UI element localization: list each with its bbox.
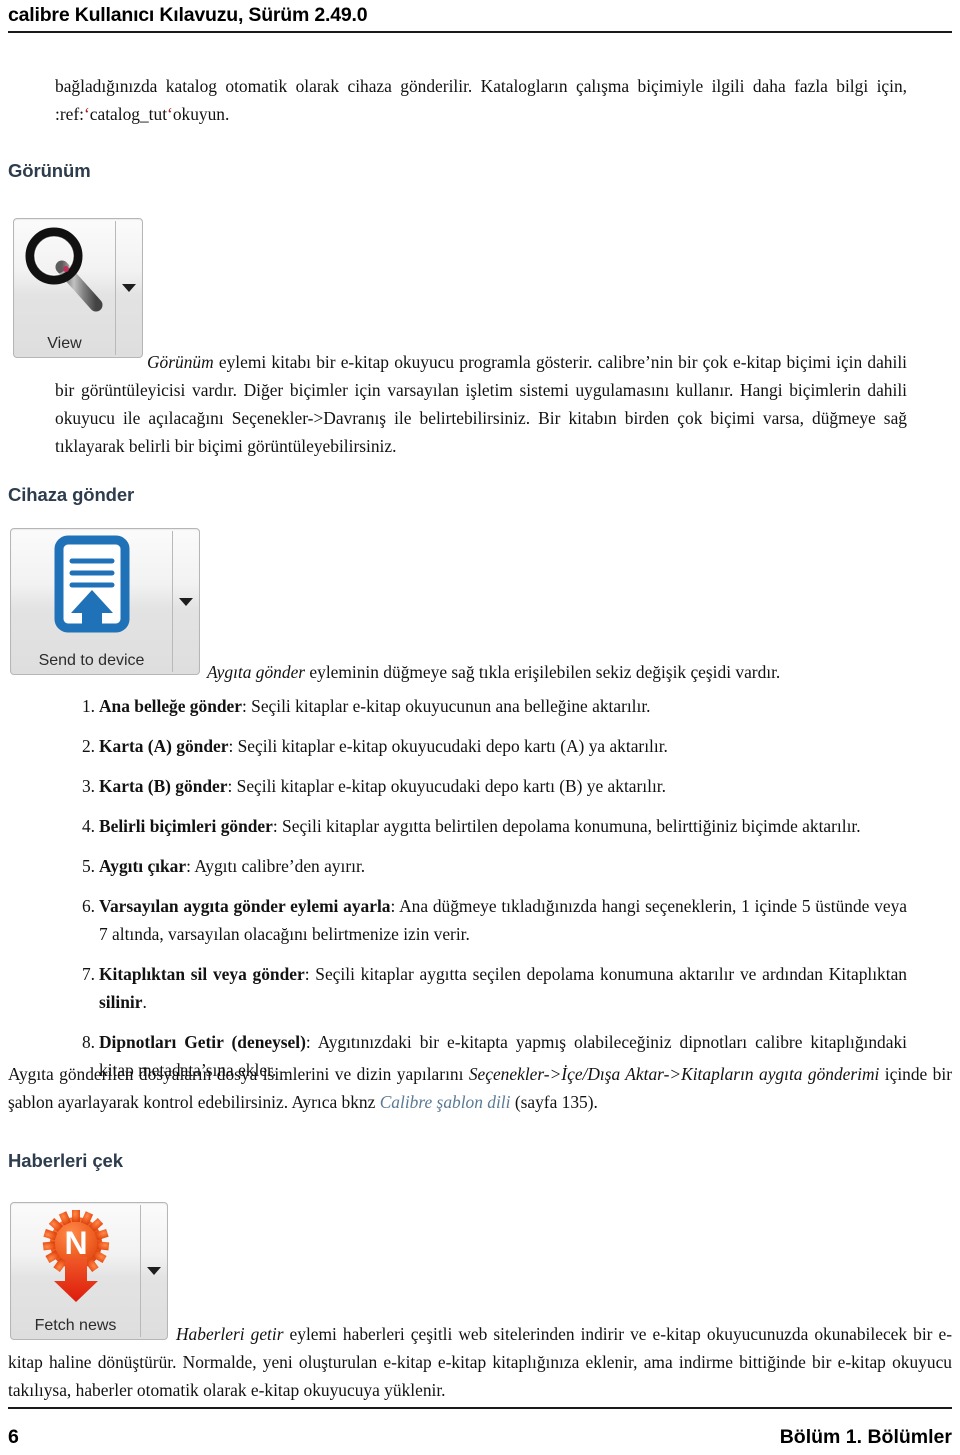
view-toolbar-button[interactable]: View: [13, 218, 143, 358]
template-paragraph: Aygıta gönderilen dosyaların dosya isiml…: [8, 1060, 952, 1116]
list-item: Karta (A) gönder: Seçili kitaplar e-kita…: [55, 732, 907, 760]
chevron-down-icon: [179, 597, 193, 606]
chevron-down-icon: [122, 284, 136, 292]
list-item: Varsayılan aygıta gönder eylemi ayarla: …: [55, 892, 907, 948]
send-to-device-button-main[interactable]: Send to device: [11, 529, 172, 674]
list-item: Ana belleğe gönder: Seçili kitaplar e-ki…: [55, 692, 907, 720]
cihaza-gonder-paragraph: Aygıta gönder eyleminin düğmeye sağ tıkl…: [207, 658, 907, 686]
fetch-news-dropdown-arrow[interactable]: [141, 1203, 167, 1339]
list-item-desc: : Seçili kitaplar e-kitap okuyucudaki de…: [227, 776, 666, 796]
list-item-term: Kitaplıktan sil veya gönder: [99, 964, 305, 984]
chevron-down-icon: [147, 1267, 161, 1275]
list-item-term: Aygıtı çıkar: [99, 856, 187, 876]
list-item-desc-a: : Seçili kitaplar aygıtta seçilen depola…: [304, 964, 907, 984]
template-paragraph-italic: Seçenekler->İçe/Dışa Aktar->Kitapların a…: [468, 1064, 880, 1084]
view-dropdown-arrow[interactable]: [116, 219, 142, 357]
document-page: calibre Kullanıcı Kılavuzu, Sürüm 2.49.0…: [0, 0, 960, 1455]
cihaza-gonder-paragraph-italic: Aygıta gönder: [207, 662, 306, 682]
list-item-desc-bold: silinir: [99, 992, 143, 1012]
list-item-term: Dipnotları Getir (deneysel): [99, 1032, 306, 1052]
document-upload-icon: [53, 535, 131, 638]
footer-chapter-label: Bölüm 1. Bölümler: [779, 1426, 952, 1448]
gorunum-paragraph-italic: Görünüm: [147, 352, 214, 372]
haberleri-cek-paragraph: Haberleri getir eylemi haberleri çeşitli…: [8, 1320, 952, 1404]
intro-code: catalog_tut: [89, 104, 168, 124]
list-item-term: Karta (A) gönder: [99, 736, 229, 756]
list-item: Karta (B) gönder: Seçili kitaplar e-kita…: [55, 772, 907, 800]
haberleri-cek-paragraph-italic: Haberleri getir: [176, 1324, 284, 1344]
view-button-main[interactable]: View: [14, 219, 115, 357]
intro-paragraph: bağladığınızda katalog otomatik olarak c…: [55, 72, 907, 128]
send-to-device-dropdown-arrow[interactable]: [173, 529, 199, 674]
footer-divider: [8, 1407, 952, 1409]
list-item-desc-b: .: [142, 992, 147, 1012]
svg-text:N: N: [64, 1225, 87, 1261]
list-item: Aygıtı çıkar: Aygıtı calibre’den ayırır.: [55, 852, 907, 880]
template-paragraph-part3: (sayfa 135).: [510, 1092, 598, 1112]
news-download-icon: N: [35, 1209, 117, 1308]
list-item-desc: : Seçili kitaplar aygıtta belirtilen dep…: [272, 816, 861, 836]
running-header-title: calibre Kullanıcı Kılavuzu, Sürüm 2.49.0: [8, 4, 368, 26]
list-item-desc: : Seçili kitaplar e-kitap okuyucudaki de…: [228, 736, 668, 756]
section-heading-gorunum: Görünüm: [8, 160, 91, 181]
send-to-device-options-list: Ana belleğe gönder: Seçili kitaplar e-ki…: [55, 692, 907, 1084]
footer-page-number: 6: [8, 1426, 19, 1448]
haberleri-cek-paragraph-text: eylemi haberleri çeşitli web sitelerinde…: [8, 1324, 953, 1400]
section-heading-cihaza-gonder: Cihaza gönder: [8, 484, 135, 505]
fetch-news-button-main[interactable]: N Fetch news: [11, 1203, 140, 1339]
list-item-desc: : Aygıtı calibre’den ayırır.: [186, 856, 366, 876]
list-item-term: Karta (B) gönder: [99, 776, 228, 796]
template-paragraph-part1: Aygıta gönderilen dosyaların dosya isiml…: [8, 1064, 469, 1084]
intro-tail: okuyun.: [172, 104, 230, 124]
list-item-desc: : Seçili kitaplar e-kitap okuyucunun ana…: [241, 696, 651, 716]
magnifier-icon: [22, 225, 108, 322]
section-heading-haberleri-cek: Haberleri çek: [8, 1150, 123, 1171]
send-to-device-toolbar-button[interactable]: Send to device: [10, 528, 200, 675]
send-to-device-button-label: Send to device: [38, 652, 145, 669]
list-item-term: Varsayılan aygıta gönder eylemi ayarla: [99, 896, 391, 916]
gorunum-paragraph: Görünüm eylemi kitabı bir e-kitap okuyuc…: [55, 348, 907, 460]
list-item: Belirli biçimleri gönder: Seçili kitapla…: [55, 812, 907, 840]
list-item-term: Belirli biçimleri gönder: [99, 816, 273, 836]
cihaza-gonder-paragraph-text: eyleminin düğmeye sağ tıkla erişilebilen…: [305, 662, 781, 682]
calibre-template-language-link[interactable]: Calibre şablon dili: [380, 1092, 511, 1112]
list-item-term: Ana belleğe gönder: [99, 696, 242, 716]
header-divider: [8, 31, 952, 33]
list-item: Kitaplıktan sil veya gönder: Seçili kita…: [55, 960, 907, 1016]
